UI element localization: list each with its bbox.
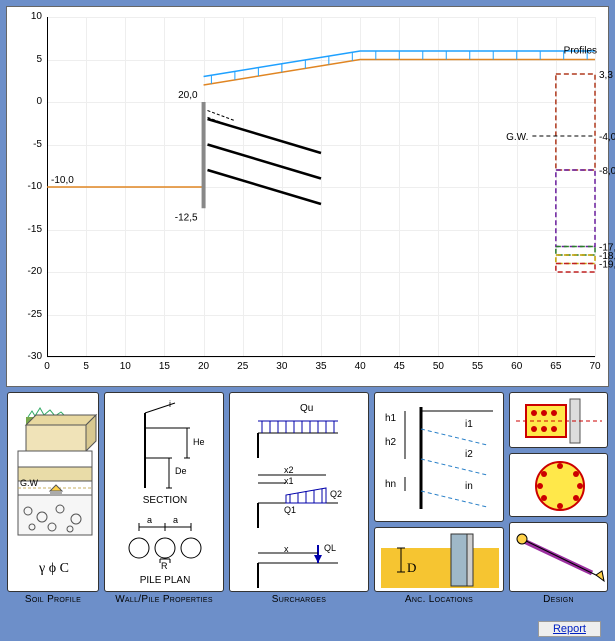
soil-profile-card[interactable]: G.W γ ϕ C <box>7 392 99 592</box>
y-tick: -5 <box>12 139 42 150</box>
svg-text:-10,0: -10,0 <box>51 175 74 186</box>
design-rect-card[interactable] <box>509 392 608 448</box>
x1-label: x1 <box>284 476 294 486</box>
h2-label: h2 <box>385 437 396 448</box>
surcharges-card[interactable]: Qu Q1 Q2 QL x x1 x2 <box>229 392 369 592</box>
y-tick: -25 <box>12 309 42 320</box>
embedment-card[interactable]: D <box>374 527 504 592</box>
x-tick: 65 <box>546 361 566 372</box>
hn-label: hn <box>385 479 396 490</box>
x-tick: 30 <box>272 361 292 372</box>
y-tick: 0 <box>12 96 42 107</box>
svg-text:20,0: 20,0 <box>178 90 198 101</box>
x-tick: 50 <box>428 361 448 372</box>
plan-label: PILE PLAN <box>105 575 225 586</box>
surcharges-icon <box>230 393 370 593</box>
x-label: x <box>284 544 289 554</box>
i2-label: i2 <box>465 449 473 460</box>
x-tick: 40 <box>350 361 370 372</box>
svg-text:i: i <box>169 399 171 409</box>
gw-label: G.W <box>20 478 38 488</box>
anc-locations-card[interactable]: h1 h2 hn i1 i2 in <box>374 392 504 522</box>
a-label-1: a <box>147 515 152 525</box>
toolbox-row: G.W γ ϕ C Soil Profile i <box>6 392 609 614</box>
y-tick: -20 <box>12 266 42 277</box>
soil-glyphs: γ ϕ C <box>8 561 100 577</box>
svg-text:G.W.: G.W. <box>506 132 528 143</box>
x-tick: 45 <box>389 361 409 372</box>
chart-panel: 20,0-12,5-10,0ProfilesG.W.-4,03,3-8,0-17… <box>6 6 609 387</box>
x-tick: 0 <box>37 361 57 372</box>
x-tick: 5 <box>76 361 96 372</box>
d-label: D <box>407 560 416 576</box>
x-tick: 10 <box>115 361 135 372</box>
x-tick: 55 <box>468 361 488 372</box>
y-tick: 5 <box>12 54 42 65</box>
he-label: He <box>193 437 205 447</box>
design-label: Design <box>509 594 608 605</box>
anc-label: Anc. Locations <box>374 594 504 605</box>
svg-text:Profiles: Profiles <box>564 46 597 57</box>
q1-label: Q1 <box>284 505 296 515</box>
wall-pile-label: Wall/Pile Properties <box>104 594 224 605</box>
design-circle-icon <box>510 454 609 518</box>
embedment-icon <box>375 528 505 593</box>
design-rect-icon <box>510 393 609 449</box>
y-tick: -10 <box>12 181 42 192</box>
x-tick: 25 <box>233 361 253 372</box>
y-tick: -30 <box>12 351 42 362</box>
q2-label: Q2 <box>330 489 342 499</box>
design-circle-card[interactable] <box>509 453 608 517</box>
ql-label: QL <box>324 543 336 553</box>
wall-pile-card[interactable]: i He De SECTION a a R PILE PLAN <box>104 392 224 592</box>
r-label: R <box>161 561 168 571</box>
svg-text:-4,0: -4,0 <box>599 132 615 143</box>
x-tick: 70 <box>585 361 605 372</box>
svg-text:-12,5: -12,5 <box>175 212 198 223</box>
x-tick: 15 <box>154 361 174 372</box>
soil-profile-label: Soil Profile <box>7 594 99 605</box>
qu-label: Qu <box>300 403 313 414</box>
x2-label: x2 <box>284 465 294 475</box>
y-tick: 10 <box>12 11 42 22</box>
y-tick: -15 <box>12 224 42 235</box>
section-label: SECTION <box>105 495 225 506</box>
svg-text:-8,0: -8,0 <box>599 166 615 177</box>
report-button[interactable]: Report <box>538 621 601 637</box>
chart-overlay: 20,0-12,5-10,0ProfilesG.W.-4,03,3-8,0-17… <box>47 17 595 357</box>
de-label: De <box>175 466 187 476</box>
h1-label: h1 <box>385 413 396 424</box>
in-label: in <box>465 481 473 492</box>
design-anchor-icon <box>510 523 609 593</box>
x-tick: 20 <box>194 361 214 372</box>
a-label-2: a <box>173 515 178 525</box>
svg-text:-19,0: -19,0 <box>599 260 615 271</box>
x-tick: 35 <box>311 361 331 372</box>
x-tick: 60 <box>507 361 527 372</box>
svg-text:3,3: 3,3 <box>599 70 613 81</box>
i1-label: i1 <box>465 419 473 430</box>
design-anchor-card[interactable] <box>509 522 608 592</box>
surcharges-label: Surcharges <box>229 594 369 605</box>
